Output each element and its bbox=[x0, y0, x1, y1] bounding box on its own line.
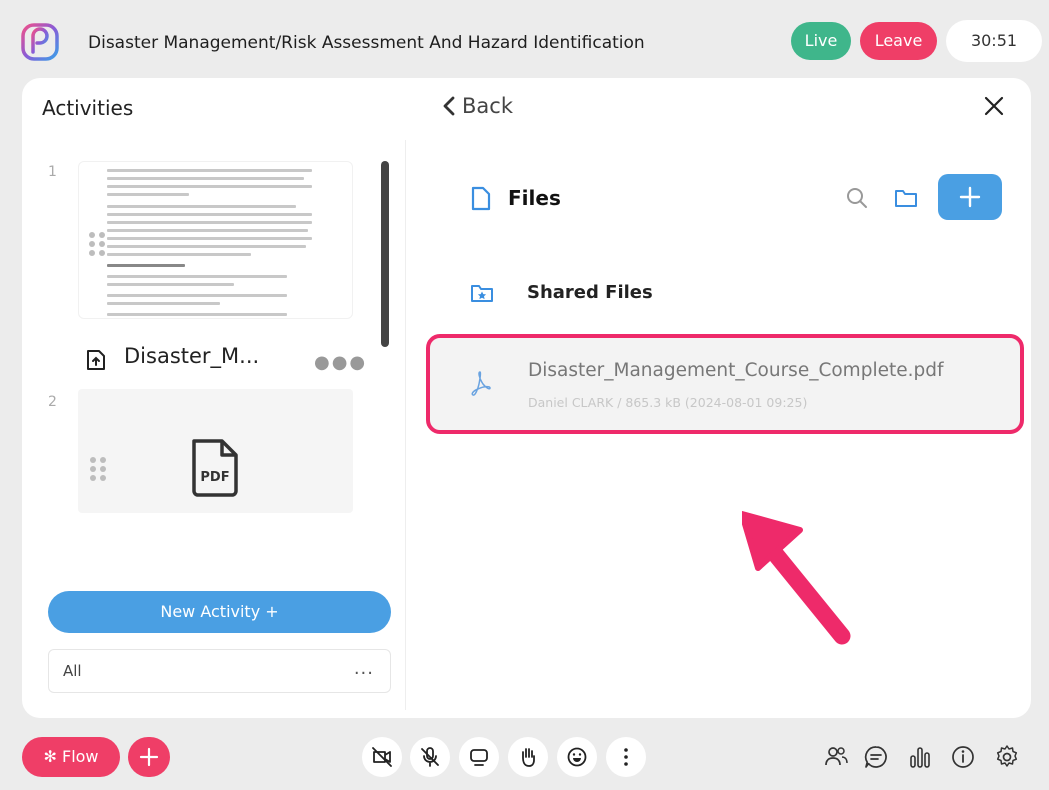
folder-icon[interactable] bbox=[894, 188, 918, 208]
pointer-arrow-icon bbox=[742, 511, 851, 645]
live-badge[interactable]: Live bbox=[791, 22, 851, 60]
settings-gear-icon[interactable] bbox=[994, 744, 1020, 770]
drag-handle-icon[interactable] bbox=[90, 457, 106, 481]
reactions-button[interactable] bbox=[557, 737, 597, 777]
file-name[interactable]: Disaster_Management_Course_Complete.pdf bbox=[528, 360, 943, 381]
add-file-button[interactable] bbox=[938, 174, 1002, 220]
search-icon[interactable] bbox=[846, 187, 868, 209]
poll-chart-icon[interactable] bbox=[907, 744, 933, 770]
mic-toggle-button[interactable] bbox=[410, 737, 450, 777]
upload-file-icon bbox=[87, 350, 105, 370]
leave-button[interactable]: Leave bbox=[860, 22, 937, 60]
filter-more-icon[interactable]: ... bbox=[354, 658, 374, 679]
plus-icon bbox=[139, 747, 159, 767]
activity-number: 1 bbox=[48, 164, 57, 180]
main-panel: Activities Back 1 Disaster_M... ●●● 2 PD… bbox=[22, 78, 1031, 718]
sparkle-icon: ✻ bbox=[43, 747, 62, 766]
back-button[interactable]: Back bbox=[442, 94, 513, 118]
filter-label: All bbox=[63, 662, 82, 680]
participants-icon[interactable] bbox=[823, 744, 849, 770]
back-label: Back bbox=[462, 94, 513, 118]
activity-thumbnail-2[interactable]: PDF bbox=[78, 389, 353, 513]
file-row[interactable]: Disaster_Management_Course_Complete.pdf … bbox=[426, 334, 1024, 434]
pdf-icon-label: PDF bbox=[200, 470, 229, 485]
acrobat-pdf-icon bbox=[471, 371, 491, 396]
flow-label: Flow bbox=[61, 747, 99, 766]
chat-icon[interactable] bbox=[863, 744, 889, 770]
app-logo-icon bbox=[21, 23, 59, 61]
activity-label[interactable]: Disaster_M... bbox=[124, 344, 259, 368]
activities-heading: Activities bbox=[42, 96, 134, 120]
top-bar: Disaster Management/Risk Assessment And … bbox=[0, 0, 1049, 80]
more-vertical-icon bbox=[624, 748, 628, 766]
plus-icon bbox=[959, 186, 981, 208]
flow-button[interactable]: ✻ Flow bbox=[22, 737, 120, 777]
raise-hand-button[interactable] bbox=[508, 737, 548, 777]
screen-share-button[interactable] bbox=[459, 737, 499, 777]
activity-thumbnail-1[interactable] bbox=[78, 161, 353, 319]
pane-divider bbox=[405, 140, 406, 710]
new-activity-button[interactable]: New Activity + bbox=[48, 591, 391, 633]
camera-off-icon bbox=[372, 747, 392, 767]
chevron-left-icon bbox=[443, 96, 455, 116]
activity-filter-select[interactable]: All ... bbox=[48, 649, 391, 693]
activity-options-icon[interactable]: ●●● bbox=[314, 352, 367, 373]
pdf-file-icon: PDF bbox=[192, 439, 238, 497]
activities-scrollbar[interactable] bbox=[381, 161, 389, 347]
activity-number: 2 bbox=[48, 394, 57, 410]
close-icon[interactable] bbox=[980, 92, 1008, 120]
add-button[interactable] bbox=[128, 737, 170, 777]
session-title: Disaster Management/Risk Assessment And … bbox=[88, 33, 645, 53]
session-timer: 30:51 bbox=[946, 20, 1042, 62]
drag-handle-icon[interactable] bbox=[89, 232, 105, 256]
emoji-icon bbox=[567, 747, 587, 767]
shared-folder-icon bbox=[471, 285, 493, 302]
screen-icon bbox=[470, 749, 488, 766]
camera-toggle-button[interactable] bbox=[362, 737, 402, 777]
mic-off-icon bbox=[421, 747, 439, 767]
shared-files-link[interactable]: Shared Files bbox=[527, 282, 653, 303]
info-icon[interactable] bbox=[950, 744, 976, 770]
file-meta: Daniel CLARK / 865.3 kB (2024-08-01 09:2… bbox=[528, 395, 808, 410]
file-icon bbox=[471, 186, 491, 211]
files-heading: Files bbox=[508, 186, 561, 210]
more-options-button[interactable] bbox=[606, 737, 646, 777]
hand-icon bbox=[522, 748, 535, 767]
